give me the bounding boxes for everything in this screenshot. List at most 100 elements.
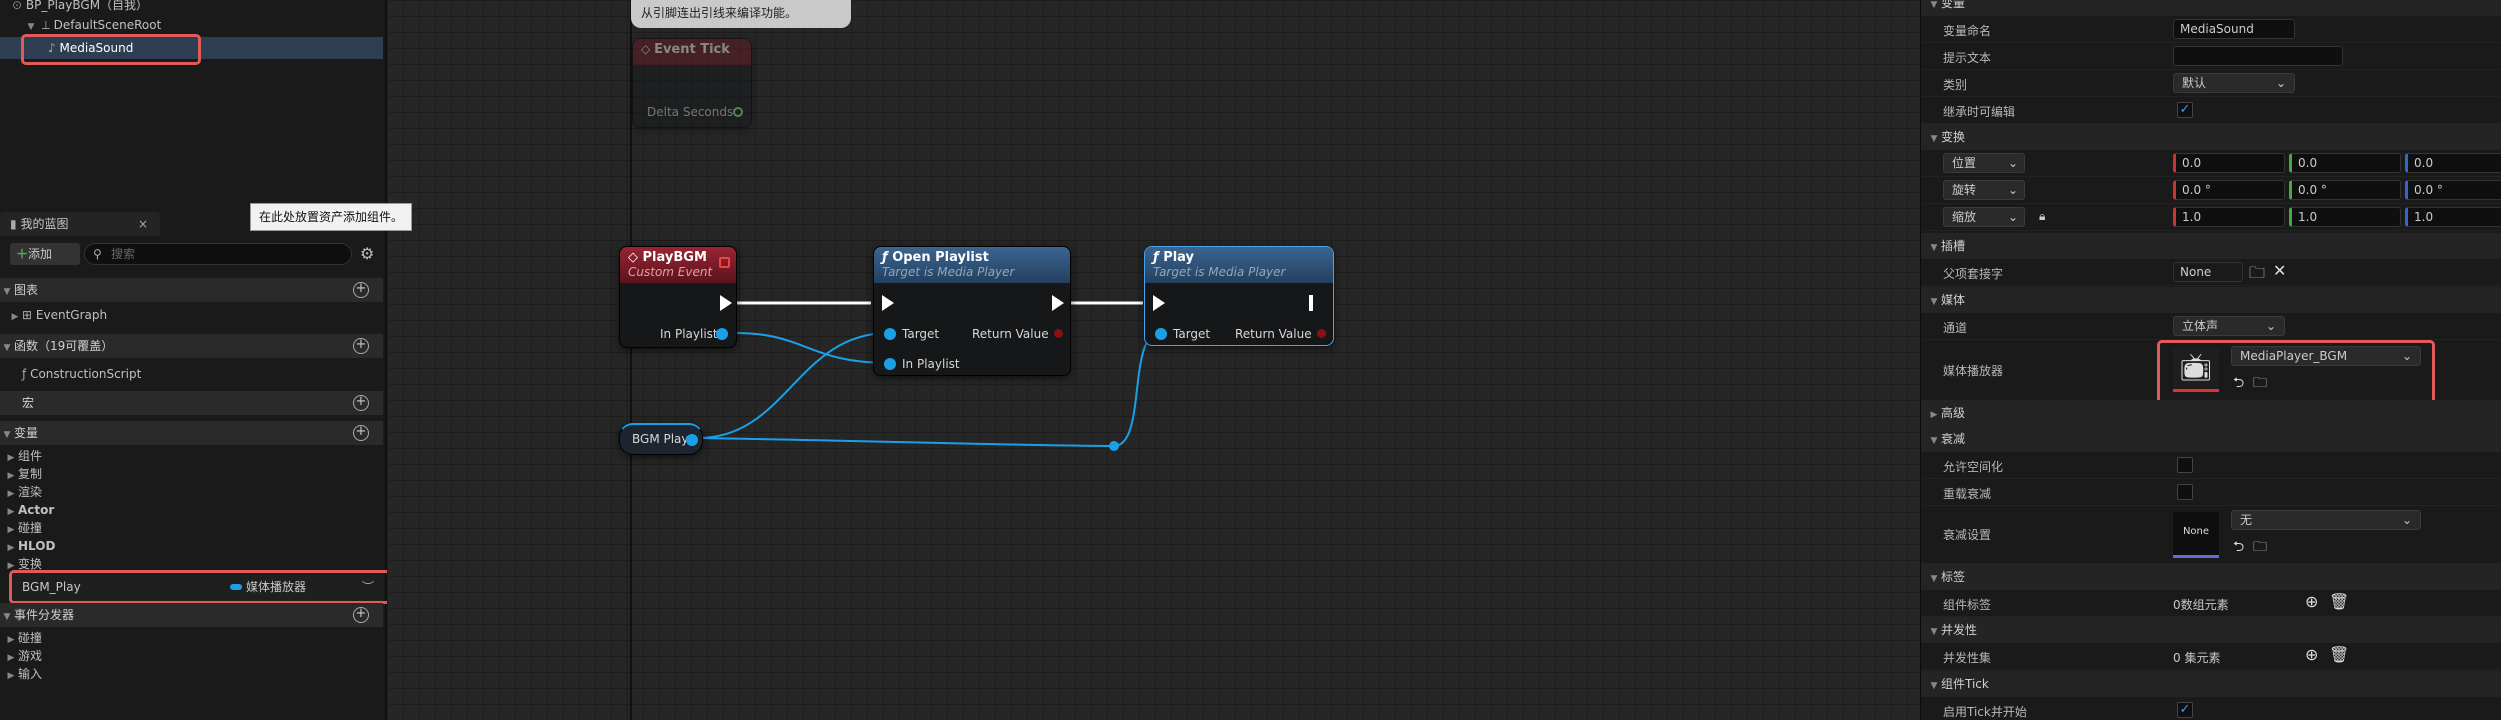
collapse-arrow-icon[interactable]: ▼ — [1927, 619, 1941, 645]
exec-out-pin[interactable] — [720, 295, 732, 311]
add-dispatcher-icon[interactable]: + — [353, 607, 369, 623]
bool-pin-icon[interactable] — [1317, 329, 1326, 338]
dispatcher-category-0[interactable]: ▶ 碰撞 — [0, 629, 383, 647]
var-category-5[interactable]: ▶ HLOD — [0, 537, 383, 555]
section-variable[interactable]: ▼ 变量 — [1921, 0, 2501, 16]
collapse-arrow-icon[interactable]: ▼ — [0, 280, 14, 304]
section-functions[interactable]: ▼ 函数（19可覆盖） + — [0, 334, 383, 358]
section-variables[interactable]: ▼ 变量 + — [0, 421, 383, 445]
location-dropdown[interactable]: 位置 ⌄ — [1943, 153, 2025, 173]
parent-socket-field[interactable]: None — [2173, 262, 2243, 282]
node-event-tick[interactable]: ◇ Event Tick Delta Seconds — [632, 38, 752, 128]
expand-arrow-icon[interactable]: ▶ — [8, 308, 22, 326]
scale-z[interactable]: 1.0 — [2405, 207, 2501, 227]
target-pin[interactable] — [1155, 328, 1167, 340]
browse-folder-icon[interactable]: 🗀 — [2253, 536, 2267, 560]
tree-item-scene-root[interactable]: ▼ ⟂ DefaultSceneRoot — [0, 14, 383, 36]
var-category-4[interactable]: ▶ 碰撞 — [0, 519, 383, 537]
expand-arrow-icon[interactable]: ▶ — [4, 667, 18, 685]
lock-icon[interactable]: 🔒︎ — [2039, 209, 2045, 224]
node-play[interactable]: ƒ Play Target is Media Player Target Ret… — [1144, 246, 1334, 346]
add-element-icon[interactable]: ⊕ — [2305, 645, 2318, 664]
scale-dropdown[interactable]: 缩放 ⌄ — [1943, 207, 2025, 227]
list-item-construction-script[interactable]: ƒ ConstructionScript — [0, 365, 383, 383]
add-macro-icon[interactable]: + — [353, 395, 369, 411]
scale-x[interactable]: 1.0 — [2173, 207, 2285, 227]
collapse-arrow-icon[interactable]: ▼ — [1927, 566, 1941, 592]
target-pin[interactable] — [884, 328, 896, 340]
tab-my-blueprint[interactable]: ▮ 我的蓝图 × — [0, 212, 160, 236]
section-advanced[interactable]: ▶ 高级 — [1921, 400, 2501, 426]
section-transform[interactable]: ▼ 变换 — [1921, 124, 2501, 150]
exec-out-bar-icon[interactable] — [1309, 295, 1313, 311]
channel-dropdown[interactable]: 立体声 ⌄ — [2173, 316, 2285, 336]
browse-folder-icon[interactable]: 🗀 — [2249, 262, 2265, 289]
node-custom-event[interactable]: ◇ PlayBGM Custom Event In Playlist — [619, 246, 737, 348]
collapse-arrow-icon[interactable]: ▼ — [1927, 235, 1941, 261]
rotation-y[interactable]: 0.0 ° — [2289, 180, 2401, 200]
var-name-input[interactable]: MediaSound — [2173, 19, 2295, 39]
node-var-bgm-play[interactable]: BGM Play — [619, 423, 703, 455]
tick-start-checkbox[interactable]: ✓ — [2177, 702, 2193, 718]
editable-checkbox[interactable]: ✓ — [2177, 102, 2193, 118]
section-tags[interactable]: ▼ 标签 — [1921, 564, 2501, 590]
var-category-2[interactable]: ▶ 渲染 — [0, 483, 383, 501]
expand-arrow-icon[interactable]: ▶ — [1927, 402, 1941, 428]
section-attenuation[interactable]: ▼ 衰减 — [1921, 426, 2501, 452]
trash-icon[interactable]: 🗑︎ — [2329, 645, 2349, 664]
list-item-event-graph[interactable]: ▶ ⊞ EventGraph — [0, 306, 383, 324]
section-concurrency[interactable]: ▼ 并发性 — [1921, 617, 2501, 643]
tooltip-input[interactable] — [2173, 46, 2343, 66]
use-selected-arrow-icon[interactable]: ⮌ — [2233, 536, 2244, 560]
section-event-dispatchers[interactable]: ▼ 事件分发器 + — [0, 603, 383, 627]
collapse-arrow-icon[interactable]: ▼ — [1927, 673, 1941, 699]
category-dropdown[interactable]: 默认 ⌄ — [2173, 73, 2295, 93]
collapse-arrow-icon[interactable]: ▼ — [0, 605, 14, 629]
event-graph-canvas[interactable]: 从引脚连出引线来编译功能。 ◇ Event Tick Delta Seconds… — [387, 0, 1920, 720]
rotation-z[interactable]: 0.0 ° — [2405, 180, 2501, 200]
add-element-icon[interactable]: ⊕ — [2305, 592, 2318, 611]
section-graphs[interactable]: ▼ 图表 + — [0, 278, 383, 302]
rotation-x[interactable]: 0.0 ° — [2173, 180, 2285, 200]
search-input[interactable]: ⚲ 搜索 — [84, 243, 352, 265]
settings-gear-icon[interactable]: ⚙ — [360, 244, 374, 263]
dispatcher-category-2[interactable]: ▶ 输入 — [0, 665, 383, 683]
section-media[interactable]: ▼ 媒体 — [1921, 287, 2501, 313]
collapse-arrow-icon[interactable]: ▼ — [0, 336, 14, 360]
add-function-icon[interactable]: + — [353, 338, 369, 354]
rotation-dropdown[interactable]: 旋转 ⌄ — [1943, 180, 2025, 200]
delegate-pin-icon[interactable] — [719, 257, 730, 268]
section-component-tick[interactable]: ▼ 组件Tick — [1921, 671, 2501, 697]
trash-icon[interactable]: 🗑︎ — [2329, 592, 2349, 611]
reroute-node[interactable] — [1109, 441, 1119, 451]
float-pin-icon[interactable] — [733, 107, 743, 117]
node-open-playlist[interactable]: ƒ Open Playlist Target is Media Player T… — [873, 246, 1071, 376]
var-category-1[interactable]: ▶ 复制 — [0, 465, 383, 483]
location-x[interactable]: 0.0 — [2173, 153, 2285, 173]
collapse-arrow-icon[interactable]: ▼ — [1927, 428, 1941, 454]
allow-spatial-checkbox[interactable] — [2177, 457, 2193, 473]
scale-y[interactable]: 1.0 — [2289, 207, 2401, 227]
section-socket[interactable]: ▼ 插槽 — [1921, 233, 2501, 259]
collapse-arrow-icon[interactable]: ▼ — [1927, 126, 1941, 152]
atten-thumbnail[interactable]: None — [2173, 512, 2219, 558]
in-playlist-out-pin[interactable] — [716, 328, 728, 340]
var-category-3[interactable]: ▶ Actor — [0, 501, 383, 519]
override-atten-checkbox[interactable] — [2177, 484, 2193, 500]
section-macros[interactable]: 宏 + — [0, 391, 383, 415]
bool-pin-icon[interactable] — [1054, 329, 1063, 338]
add-button[interactable]: ＋添加 — [10, 243, 80, 265]
var-category-0[interactable]: ▶ 组件 — [0, 447, 383, 465]
add-variable-icon[interactable]: + — [353, 425, 369, 441]
close-icon[interactable]: × — [138, 212, 148, 236]
add-graph-icon[interactable]: + — [353, 282, 369, 298]
dispatcher-category-1[interactable]: ▶ 游戏 — [0, 647, 383, 665]
exec-in-pin[interactable] — [882, 295, 894, 311]
exec-in-pin[interactable] — [1153, 295, 1165, 311]
clear-x-icon[interactable]: ✕ — [2273, 261, 2286, 280]
exec-out-pin[interactable] — [1052, 295, 1064, 311]
var-out-pin[interactable] — [686, 434, 698, 446]
location-z[interactable]: 0.0 — [2405, 153, 2501, 173]
collapse-arrow-icon[interactable]: ▼ — [1927, 289, 1941, 315]
location-y[interactable]: 0.0 — [2289, 153, 2401, 173]
